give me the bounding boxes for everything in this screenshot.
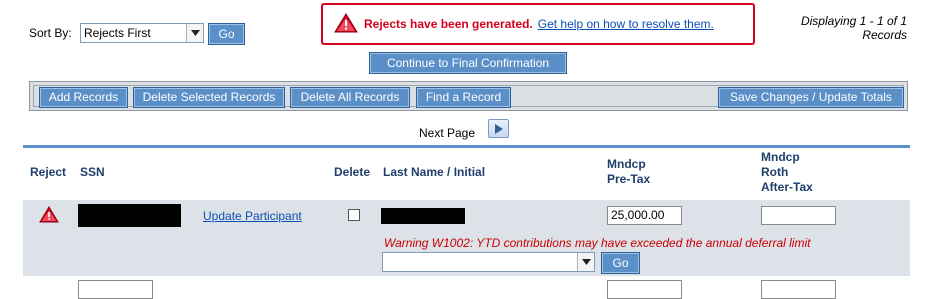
sort-by-select[interactable]: Rejects First xyxy=(80,23,204,43)
update-participant-link[interactable]: Update Participant xyxy=(203,209,302,223)
reject-warning-icon xyxy=(39,206,59,226)
col-header-ssn: SSN xyxy=(80,165,105,179)
ssn-input-next-row[interactable] xyxy=(78,280,153,299)
alert-help-link[interactable]: Get help on how to resolve them. xyxy=(538,17,714,31)
delete-selected-records-button[interactable]: Delete Selected Records xyxy=(133,87,285,108)
col-header-mndcp-roth-line3: After-Tax xyxy=(761,180,813,194)
row-action-select[interactable] xyxy=(382,252,595,272)
find-record-button[interactable]: Find a Record xyxy=(416,87,511,108)
record-count-line2: Records xyxy=(862,28,907,42)
col-header-last-name: Last Name / Initial xyxy=(383,165,486,179)
col-header-mndcp-pretax: Mndcp Pre-Tax xyxy=(607,157,650,187)
continue-final-confirmation-button[interactable]: Continue to Final Confirmation xyxy=(369,52,567,74)
row-action-go-button[interactable]: Go xyxy=(601,252,640,274)
col-header-delete: Delete xyxy=(334,165,371,179)
col-header-mndcp-pretax-line2: Pre-Tax xyxy=(607,172,651,186)
table-top-rule xyxy=(23,145,910,148)
next-arrow-icon[interactable] xyxy=(488,119,509,138)
col-header-mndcp-roth-line2: Roth xyxy=(761,165,789,179)
next-page-label: Next Page xyxy=(419,126,476,140)
record-toolbar: Add Records Delete Selected Records Dele… xyxy=(29,81,908,111)
sort-by-label: Sort By: xyxy=(29,26,72,40)
delete-checkbox[interactable] xyxy=(348,209,360,221)
mndcp-pretax-input[interactable]: 25,000.00 xyxy=(607,206,682,225)
ssn-redacted xyxy=(78,204,181,227)
mndcp-roth-input[interactable] xyxy=(761,206,836,225)
save-update-totals-button[interactable]: Save Changes / Update Totals xyxy=(718,87,904,108)
alert-message: Rejects have been generated. xyxy=(364,17,533,31)
record-count: Displaying 1 - 1 of 1 Records xyxy=(767,14,907,42)
col-header-reject: Reject xyxy=(30,165,67,179)
record-count-line1: Displaying 1 - 1 of 1 xyxy=(800,14,907,28)
col-header-mndcp-pretax-line1: Mndcp xyxy=(607,157,646,171)
mndcp-roth-input-next-row[interactable] xyxy=(761,280,836,299)
rejects-alert: Rejects have been generated. Get help on… xyxy=(321,3,755,45)
contribution-warning: Warning W1002: YTD contributions may hav… xyxy=(384,236,811,250)
delete-all-records-button[interactable]: Delete All Records xyxy=(290,87,410,108)
sort-go-button[interactable]: Go xyxy=(208,23,245,45)
col-header-mndcp-roth-line1: Mndcp xyxy=(761,150,800,164)
add-records-button[interactable]: Add Records xyxy=(39,87,128,108)
warning-triangle-icon xyxy=(334,12,358,36)
last-name-redacted xyxy=(381,208,465,224)
chevron-down-icon xyxy=(186,24,203,42)
col-header-mndcp-roth: Mndcp Roth After-Tax xyxy=(761,150,813,195)
sort-by-selected-value: Rejects First xyxy=(84,26,151,40)
mndcp-pretax-input-next-row[interactable] xyxy=(607,280,682,299)
chevron-down-icon xyxy=(577,253,594,271)
